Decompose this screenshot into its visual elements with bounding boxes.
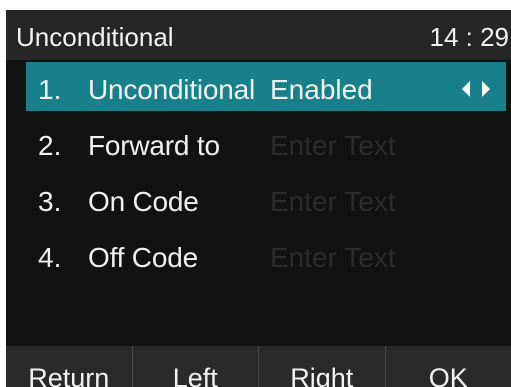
settings-list: 1. Unconditional Enabled 2. Forward to E… [6, 62, 511, 286]
item-number: 1. [38, 74, 62, 105]
ok-softkey[interactable]: OK [386, 346, 511, 387]
list-item-on-code[interactable]: 3. On Code Enter Text [6, 174, 511, 230]
right-softkey[interactable]: Right [259, 346, 386, 387]
item-label: On Code [88, 186, 199, 217]
list-item-off-code[interactable]: 4. Off Code Enter Text [6, 230, 511, 286]
item-label: Forward to [88, 130, 220, 161]
on-code-input[interactable]: Enter Text [270, 185, 396, 219]
unconditional-value[interactable]: Enabled [270, 73, 373, 107]
phone-screen: Unconditional 14 : 29 1. Unconditional E… [6, 10, 511, 387]
item-number: 3. [38, 186, 62, 217]
softkey-bar: Return Left Right OK [6, 346, 511, 387]
page-title: Unconditional [16, 22, 174, 52]
return-softkey[interactable]: Return [6, 346, 133, 387]
list-item-forward-to[interactable]: 2. Forward to Enter Text [6, 118, 511, 174]
item-number: 4. [38, 242, 62, 273]
clock: 14 : 29 [429, 22, 509, 52]
item-number: 2. [38, 130, 62, 161]
item-label: Off Code [88, 242, 198, 273]
item-label: Unconditional [88, 74, 256, 105]
off-code-input[interactable]: Enter Text [270, 241, 396, 275]
arrow-right-icon [482, 81, 490, 97]
option-selector[interactable] [458, 79, 494, 99]
left-softkey[interactable]: Left [133, 346, 259, 387]
arrow-left-icon [462, 81, 470, 97]
title-bar: Unconditional 14 : 29 [6, 10, 511, 60]
forward-to-input[interactable]: Enter Text [270, 129, 396, 163]
list-item-unconditional[interactable]: 1. Unconditional Enabled [6, 62, 511, 118]
